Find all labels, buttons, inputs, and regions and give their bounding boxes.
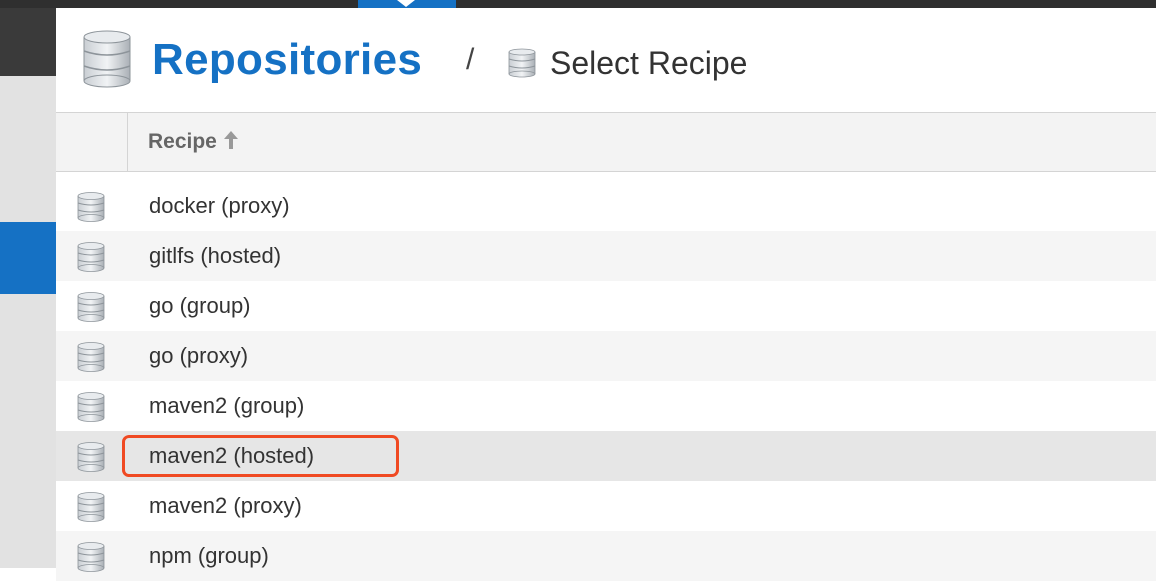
recipe-name: maven2 (proxy)	[149, 493, 302, 518]
recipe-name: docker (proxy)	[149, 193, 290, 218]
recipe-name: maven2 (group)	[149, 393, 305, 418]
table-header: Recipe	[56, 112, 1156, 172]
recipe-name: go (group)	[149, 293, 251, 318]
breadcrumb: Repositories / Select Recipe	[56, 8, 1156, 112]
table-row[interactable]: npm (group)	[56, 531, 1156, 581]
table-row[interactable]: go (proxy)	[56, 331, 1156, 381]
database-icon	[508, 48, 536, 78]
database-icon	[76, 191, 106, 223]
recipe-name: go (proxy)	[149, 343, 249, 368]
table-row[interactable]: maven2 (proxy)	[56, 481, 1156, 531]
database-icon	[76, 391, 106, 423]
database-icon	[76, 441, 106, 473]
database-icon	[76, 241, 106, 273]
recipe-column-header[interactable]: Recipe	[148, 129, 239, 155]
database-icon	[76, 491, 106, 523]
breadcrumb-separator: /	[466, 43, 475, 76]
database-icon	[76, 541, 106, 573]
highlight-annotation	[122, 435, 399, 477]
sidebar-item-active[interactable]	[0, 222, 56, 294]
sidebar	[0, 8, 56, 568]
sidebar-header	[0, 8, 56, 76]
recipe-name: npm (group)	[149, 543, 269, 568]
database-icon	[76, 291, 106, 323]
arrow-up-icon	[223, 131, 238, 149]
table-row[interactable]: gitlfs (hosted)	[56, 231, 1156, 281]
page-title[interactable]: Repositories	[152, 32, 422, 88]
top-navigation-bar	[0, 0, 1156, 8]
table-row[interactable]: maven2 (hosted)	[56, 431, 1156, 481]
table-row[interactable]: maven2 (group)	[56, 381, 1156, 431]
table-row[interactable]: go (group)	[56, 281, 1156, 331]
recipe-column-label: Recipe	[148, 130, 217, 153]
main-content: Repositories / Select Recipe Recipe dock…	[56, 8, 1156, 581]
database-icon	[83, 30, 131, 88]
database-icon	[76, 341, 106, 373]
icon-column-header	[56, 113, 128, 171]
active-tab-caret-icon	[397, 0, 415, 7]
breadcrumb-current: Select Recipe	[550, 45, 748, 81]
recipe-list: docker (proxy) gitlfs (hosted) go (group…	[56, 181, 1156, 581]
recipe-name: gitlfs (hosted)	[149, 243, 282, 268]
table-row[interactable]: docker (proxy)	[56, 181, 1156, 231]
